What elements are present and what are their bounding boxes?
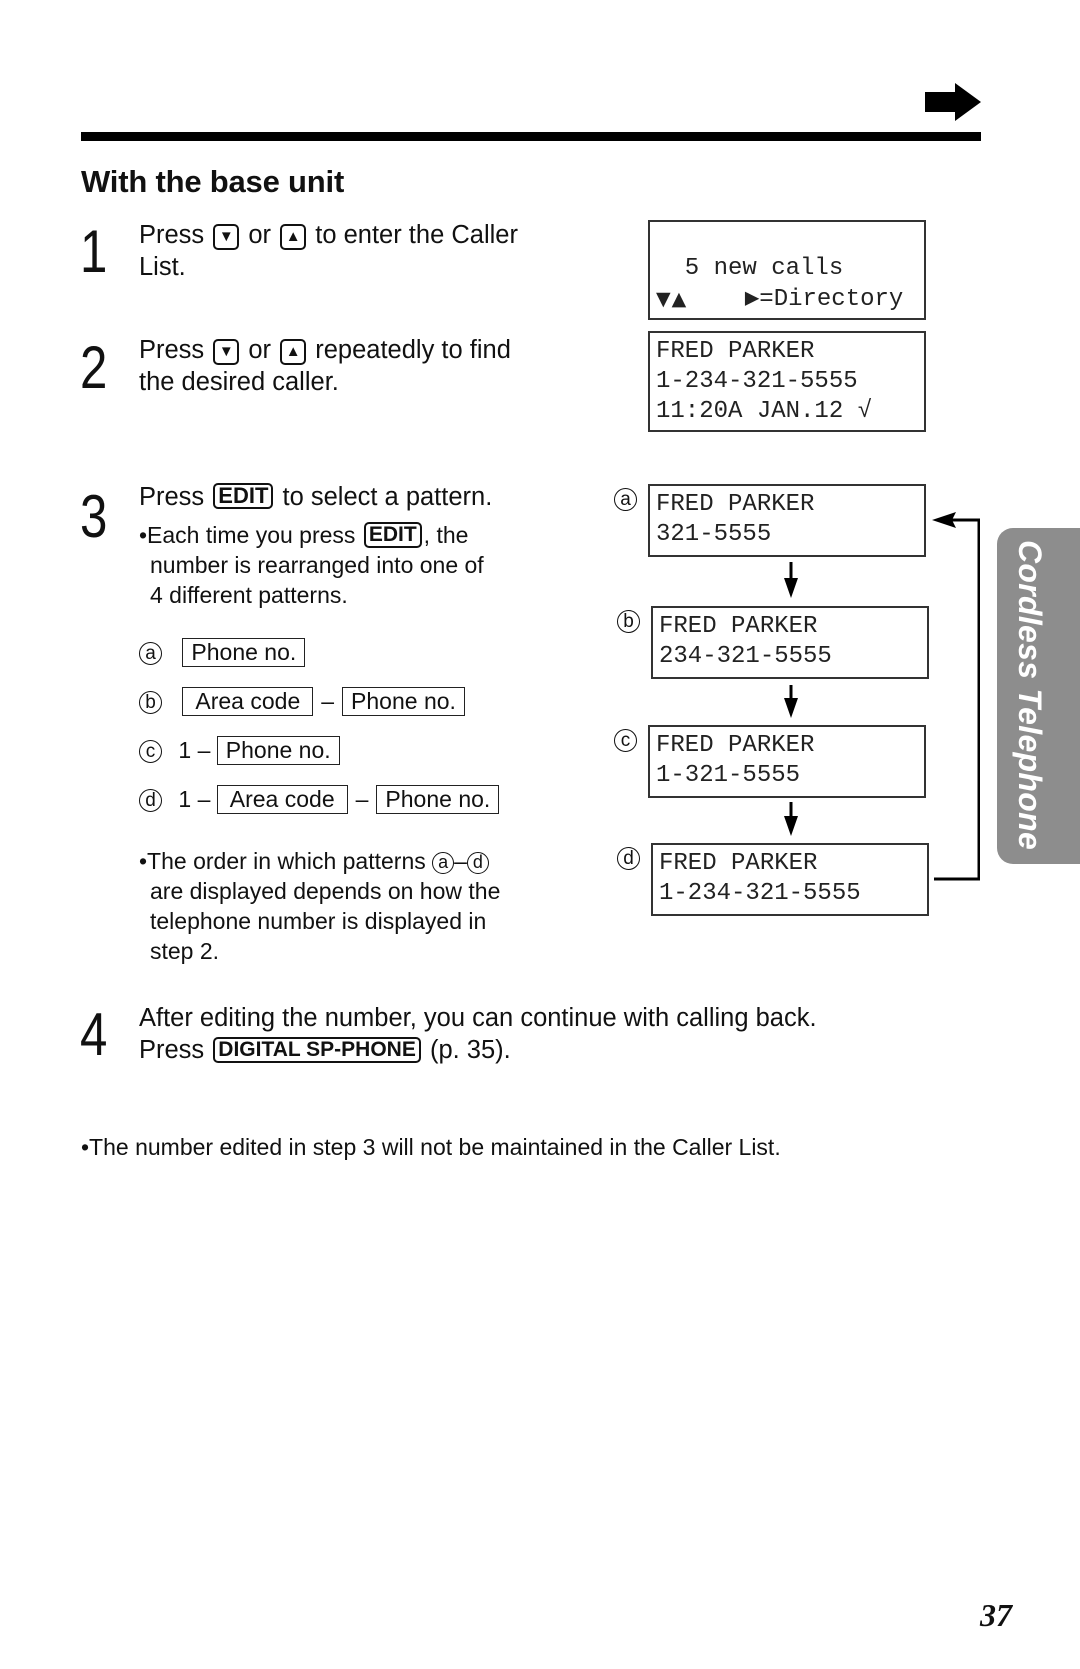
side-tab: Cordless Telephone [997, 528, 1080, 864]
note-line-2: are displayed depends on how the [150, 878, 501, 904]
bullet-text-post: , the [423, 522, 469, 548]
label-a-icon: a [139, 642, 162, 665]
step-3-instruction: to select a pattern. [282, 483, 493, 511]
down-arrow-icon [784, 802, 798, 836]
phone-no-box: Phone no. [342, 687, 465, 716]
note-sep: – [454, 848, 467, 874]
step-1-number: 1 [80, 218, 108, 285]
dash: – [355, 786, 369, 812]
prefix: 1 – [178, 737, 211, 763]
step-2-press: Press [139, 336, 205, 364]
bullet-text: •Each time you press [139, 522, 356, 548]
page-number: 37 [980, 1597, 1012, 1633]
step-3-press: Press [139, 483, 205, 511]
phone-no-box: Phone no. [216, 736, 340, 765]
note-text: •The order in which patterns [139, 848, 426, 874]
step-2-instruction: repeatedly to find [315, 336, 511, 364]
step-3-bullet: •Each time you press EDIT, the number is… [139, 520, 579, 610]
up-key-icon: ▲ [280, 339, 307, 365]
step-3-text: Press EDIT to select a pattern. [139, 481, 579, 513]
dash: – [321, 688, 335, 714]
lcd-caller: FRED PARKER 1-234-321-5555 11:20A JAN.12… [648, 331, 926, 432]
step-4-text: After editing the number, you can contin… [139, 1002, 979, 1066]
order-note: •The order in which patterns a – d are dis… [139, 846, 579, 966]
phone-no-box: Phone no. [376, 785, 500, 814]
down-arrow-icon [784, 685, 798, 718]
step-4-number: 4 [80, 1001, 108, 1068]
bullet-line-2: number is rearranged into one of [150, 552, 484, 578]
step-4-page-ref: (p. 35). [429, 1036, 511, 1064]
lcd-time-date: 11:20A JAN.12 √ [656, 398, 873, 425]
pattern-a: a Phone no. [139, 637, 306, 667]
step-4-press: Press [139, 1036, 205, 1064]
area-code-box: Area code [216, 785, 348, 814]
step-1-press: Press [139, 221, 205, 249]
step-1-or: or [248, 221, 272, 249]
step-2-instruction-end: the desired caller. [139, 368, 339, 396]
step-2-or: or [248, 336, 272, 364]
note-line-3: telephone number is displayed in [150, 908, 487, 934]
down-arrow-icon [784, 562, 798, 598]
label-d-icon: d [139, 789, 162, 812]
flow-arrows [784, 512, 980, 881]
edit-key: EDIT [213, 483, 274, 509]
loop-back-arrow-icon [932, 512, 980, 881]
area-code-box: Area code [182, 687, 314, 716]
step-4-line-1: After editing the number, you can contin… [139, 1004, 817, 1032]
right-arrow-icon [925, 83, 981, 121]
step-1-text: Press ▼ or ▲ to enter the Caller List. [139, 219, 579, 283]
footer-note: •The number edited in step 3 will not be… [81, 1134, 781, 1160]
pattern-b: b Area code – Phone no. [139, 686, 465, 716]
lcd-line-1: 5 new calls [656, 255, 844, 282]
pattern-d: d 1 – Area code – Phone no. [139, 784, 500, 814]
lcd-new-calls: 5 new calls ▼▲ ▶=Directory [648, 220, 926, 320]
label-b-icon: b [139, 691, 162, 714]
label-d-icon: d [466, 852, 489, 874]
edit-key: EDIT [363, 522, 422, 548]
pattern-c: c 1 – Phone no. [139, 735, 340, 765]
label-a-icon: a [432, 852, 455, 874]
step-1-instruction-end: List. [139, 253, 186, 281]
up-key-icon: ▲ [280, 224, 307, 250]
down-key-icon: ▼ [213, 224, 240, 250]
step-2-number: 2 [80, 334, 108, 401]
bullet-line-3: 4 different patterns. [150, 582, 348, 608]
step-3-number: 3 [80, 483, 108, 550]
header-rule [81, 132, 981, 141]
down-key-icon: ▼ [213, 339, 240, 365]
label-c-icon: c [139, 740, 162, 763]
step-2-text: Press ▼ or ▲ repeatedly to find the desi… [139, 334, 589, 398]
note-line-4: step 2. [150, 938, 220, 964]
section-title: With the base unit [81, 164, 345, 199]
side-tab-label: Cordless Telephone [1012, 540, 1048, 851]
phone-no-box: Phone no. [182, 638, 306, 667]
lcd-directory: ▶=Directory [744, 286, 904, 313]
prefix: 1 – [178, 786, 211, 812]
nav-arrows-icon: ▼▲ [656, 288, 688, 310]
lcd-name: FRED PARKER [656, 338, 815, 365]
step-1-instruction: to enter the Caller [315, 221, 518, 249]
digital-sp-phone-key: DIGITAL SP-PHONE [213, 1037, 421, 1063]
lcd-number: 1-234-321-5555 [656, 368, 858, 395]
